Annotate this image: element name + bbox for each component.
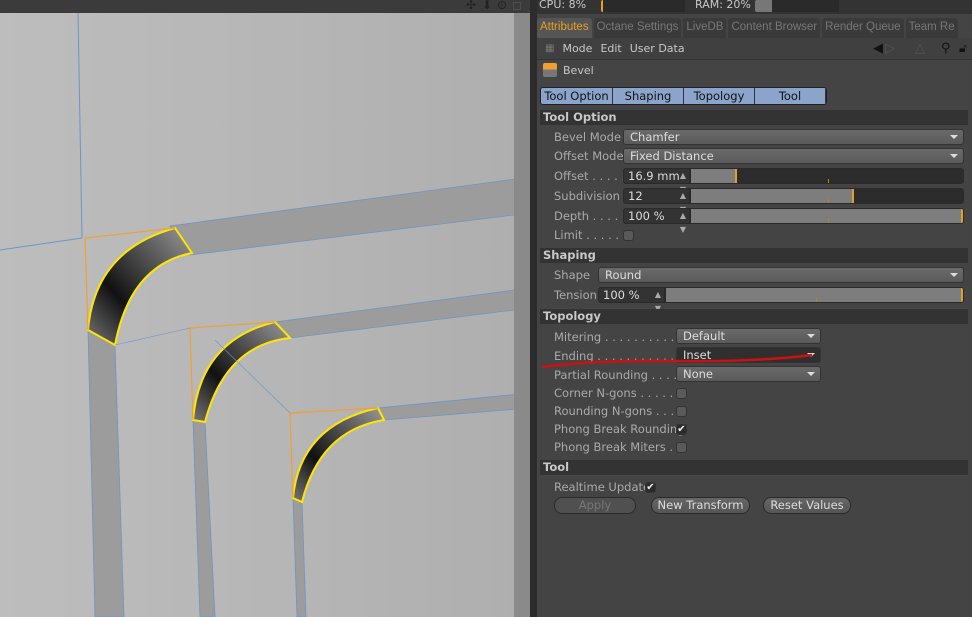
grid-line (0, 237, 83, 251)
phong-break-rounding-label: Phong Break Rounding (554, 422, 685, 436)
limit-label: Limit . . . . . . (554, 228, 627, 242)
page-tab-shaping[interactable]: Shaping (613, 88, 684, 104)
bevel-mode-value: Chamfer (630, 130, 680, 144)
bevel-mode-dropdown[interactable]: Chamfer (623, 129, 964, 145)
ram-meter (755, 0, 839, 12)
bevel-selection (191, 320, 293, 424)
reset-values-button[interactable]: Reset Values (763, 497, 851, 514)
cpu-meter (601, 0, 685, 12)
mitering-label: Mitering . . . . . . . . . . . . (554, 330, 689, 344)
depth-value: 100 % (628, 209, 665, 223)
partial-rounding-dropdown[interactable]: None (676, 366, 821, 382)
menu-user-data[interactable]: User Data (630, 42, 685, 55)
lock-icon[interactable]: 🔓︎ (959, 41, 967, 56)
phong-break-miters-checkbox[interactable] (676, 442, 687, 453)
phong-break-miters-label: Phong Break Miters . . (554, 440, 681, 454)
ram-label: RAM: 20% (695, 0, 751, 11)
tab-team-render[interactable]: Team Re (905, 18, 958, 38)
up-arrow-icon[interactable]: △ (915, 41, 925, 56)
page-tab-tool-option[interactable]: Tool Option (541, 88, 613, 104)
page-tab-topology[interactable]: Topology (684, 88, 755, 104)
offset-mode-value: Fixed Distance (630, 149, 714, 163)
panel-divider[interactable] (530, 0, 537, 617)
beam-3 (214, 339, 530, 617)
subdivision-input[interactable]: 12▲▼ (623, 188, 690, 214)
search-icon[interactable]: ⚲ (941, 41, 951, 56)
subdivision-slider[interactable] (690, 188, 964, 204)
menu-bar: ▦ Mode Edit User Data ◀ ▷ △ ⚲ 🔓︎ (537, 38, 972, 60)
shape-dropdown[interactable]: Round (598, 267, 964, 283)
apply-button[interactable]: Apply (554, 497, 636, 514)
menu-edit[interactable]: Edit (600, 42, 621, 55)
shape-label: Shape (554, 268, 591, 282)
realtime-update-checkbox[interactable]: ✔ (645, 482, 656, 493)
back-arrow-icon[interactable]: ◀ (873, 41, 883, 56)
partial-rounding-label: Partial Rounding . . . . . (554, 368, 685, 382)
beam-1 (84, 176, 530, 617)
corner-ngons-checkbox[interactable] (676, 388, 687, 399)
tension-label: Tension (554, 288, 597, 302)
page-tabs: Tool Option Shaping Topology Tool (540, 87, 827, 105)
subdivision-value: 12 (628, 189, 643, 203)
viewport-header: ✣ ⬇ ⊙ ◻ (0, 0, 532, 13)
tension-input[interactable]: 100 %▲▼ (598, 287, 665, 313)
mitering-dropdown[interactable]: Default (676, 328, 821, 344)
section-topology: Topology (540, 309, 968, 324)
menu-mode[interactable]: Mode (562, 42, 592, 55)
tab-render-queue[interactable]: Render Queue (822, 18, 904, 38)
rotate-view-icon[interactable]: ⊙ (497, 0, 507, 12)
tab-attributes[interactable]: Attributes (537, 18, 592, 38)
tension-value: 100 % (603, 288, 640, 302)
page-tab-tool[interactable]: Tool (755, 88, 826, 104)
shape-value: Round (605, 268, 642, 282)
corner-ngons-label: Corner N-gons . . . . . . (554, 386, 681, 400)
phong-break-rounding-checkbox[interactable]: ✔ (676, 424, 687, 435)
offset-value: 16.9 mm (628, 169, 680, 183)
grid-line (77, 13, 83, 239)
bevel-mode-label: Bevel Mode (554, 130, 622, 144)
viewport-scene (0, 13, 530, 617)
stepper-icon[interactable]: ▲▼ (680, 209, 686, 237)
subdivision-label: Subdivision (554, 189, 620, 203)
pan-down-icon[interactable]: ⬇ (482, 0, 492, 12)
bevel-selection (86, 226, 194, 347)
maximize-view-icon[interactable]: ◻ (512, 0, 522, 12)
offset-label: Offset . . . . . (554, 169, 626, 183)
cpu-label: CPU: 8% (539, 0, 587, 11)
bevel-tool-icon (543, 63, 557, 77)
move-view-icon[interactable]: ✣ (466, 0, 476, 12)
tab-content-browser[interactable]: Content Browser (728, 18, 821, 38)
limit-checkbox[interactable] (623, 230, 634, 241)
section-tool: Tool (540, 460, 968, 475)
offset-mode-dropdown[interactable]: Fixed Distance (623, 148, 964, 164)
3d-viewport[interactable] (0, 13, 530, 617)
attributes-manager: CPU: 8% RAM: 20% Attributes Octane Setti… (537, 0, 972, 617)
depth-label: Depth . . . . . (554, 209, 626, 223)
section-shaping: Shaping (540, 248, 968, 263)
tension-slider[interactable] (665, 287, 964, 303)
rounding-ngons-checkbox[interactable] (676, 406, 687, 417)
viewport-edge (514, 13, 530, 617)
object-name: Bevel (563, 63, 594, 77)
depth-slider[interactable] (690, 208, 964, 224)
tab-livedb[interactable]: LiveDB (683, 18, 727, 38)
partial-rounding-value: None (683, 367, 714, 381)
forward-arrow-icon[interactable]: ▷ (885, 41, 895, 56)
bevel-selection (291, 406, 386, 504)
mitering-value: Default (683, 329, 726, 343)
manager-tabs: Attributes Octane Settings LiveDB Conten… (537, 18, 972, 38)
section-tool-option: Tool Option (540, 110, 968, 125)
grip-icon: ▦ (545, 43, 555, 54)
offset-slider[interactable] (690, 168, 964, 184)
offset-input[interactable]: 16.9 mm▲▼ (623, 168, 690, 194)
offset-mode-label: Offset Mode (554, 149, 624, 163)
new-transform-button[interactable]: New Transform (651, 497, 750, 514)
realtime-update-label: Realtime Update (554, 480, 651, 494)
rounding-ngons-label: Rounding N-gons . . . . (554, 404, 682, 418)
status-bar: CPU: 8% RAM: 20% (537, 0, 972, 14)
object-header: Bevel (543, 63, 594, 77)
depth-input[interactable]: 100 % ▲ ▼ (623, 208, 690, 234)
tab-octane-settings[interactable]: Octane Settings (593, 18, 682, 38)
